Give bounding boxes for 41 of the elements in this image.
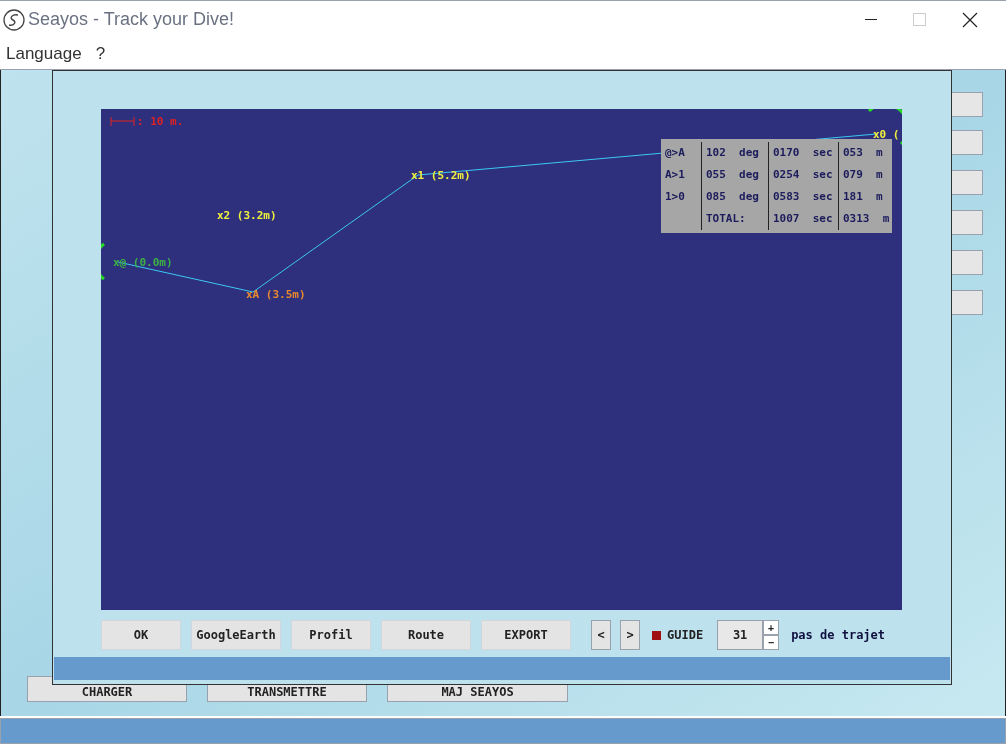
menu-item[interactable]: ? [95, 40, 106, 67]
route-status-text: pas de trajet [791, 627, 886, 644]
decrement-button[interactable]: − [763, 635, 780, 650]
nav-button[interactable]: < [591, 620, 611, 650]
close-icon[interactable] [962, 11, 978, 28]
window-title: Seayos - Track your Dive! [28, 8, 235, 31]
table-cell-text: 181 m [843, 189, 884, 205]
table-cell-text: TOTAL: [706, 211, 747, 227]
guide-checkbox[interactable] [652, 630, 661, 640]
scale-label: : 10 m. [137, 114, 184, 130]
table-cell-text: 055 deg [706, 167, 760, 183]
guide-label: GUIDE [667, 627, 704, 644]
increment-button[interactable]: + [763, 620, 780, 635]
table-cell-text: 079 m [843, 167, 884, 183]
nav-button[interactable]: > [620, 620, 640, 650]
waypoint-label: x2 (3.2m) [217, 208, 277, 224]
start-circle-arc [101, 242, 105, 281]
dialog-button[interactable]: OK [101, 620, 181, 650]
app-logo-icon [3, 8, 25, 31]
table-cell-text: 053 m [843, 145, 884, 161]
table-cell-text: 1007 sec [773, 211, 834, 227]
minimize-icon[interactable] [865, 18, 877, 21]
waypoint-label: xA (3.5m) [246, 287, 306, 303]
table-cell-text: @>A [665, 145, 686, 161]
table-cell-text: 1>0 [665, 189, 686, 205]
dialog-button[interactable]: Route [381, 620, 471, 650]
menu-item[interactable]: Language [6, 40, 82, 67]
table-cell-text: 0170 sec [773, 145, 834, 161]
dialog-button[interactable]: GoogleEarth [191, 620, 281, 650]
table-cell-text: 0583 sec [773, 189, 834, 205]
dialog-button[interactable]: EXPORT [481, 620, 571, 650]
scale-bar-icon [110, 116, 135, 127]
table-cell-text: 0313 m [843, 211, 888, 227]
waypoint-label: x1 (5.2m) [411, 168, 471, 184]
table-cell-text: A>1 [665, 167, 686, 183]
table-cell-text: 102 deg [706, 145, 760, 161]
table-cell-text: 085 deg [706, 189, 760, 205]
dialog-button[interactable]: Profil [291, 620, 371, 650]
waypoint-label: x0 ( [873, 127, 900, 143]
number-field[interactable]: 31 [717, 620, 764, 650]
table-cell-text: 0254 sec [773, 167, 834, 183]
